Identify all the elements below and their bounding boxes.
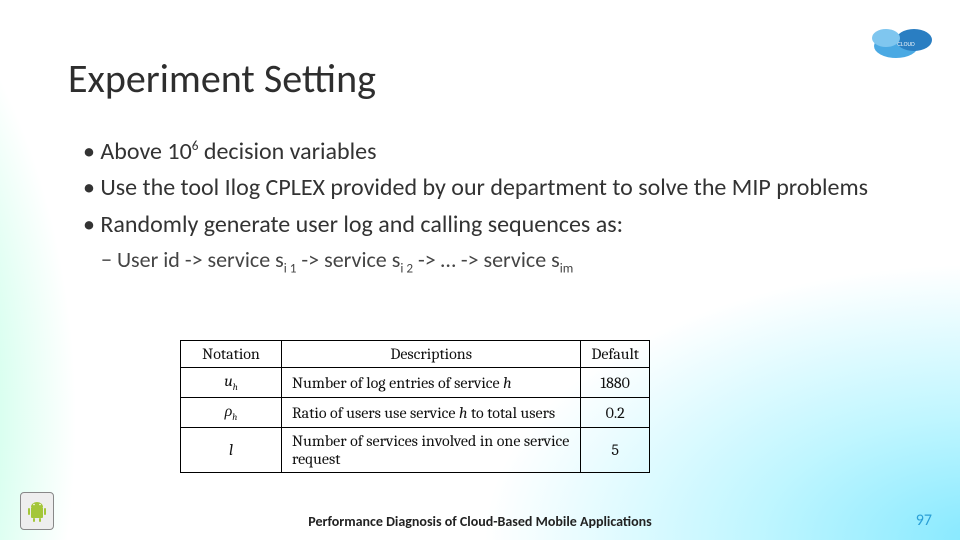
table-row: uh Number of log entries of service h 18… xyxy=(181,368,650,398)
cell-desc: Number of log entries of service h xyxy=(282,368,581,398)
th-descriptions: Descriptions xyxy=(282,341,581,368)
logo-text: CLOUD xyxy=(897,42,915,48)
cell-notation: ρh xyxy=(181,398,282,428)
bullet-1-exp: 6 xyxy=(192,137,199,154)
cell-desc: Number of services involved in one servi… xyxy=(282,428,581,473)
table-header-row: Notation Descriptions Default xyxy=(181,341,650,368)
footer-title: Performance Diagnosis of Cloud-Based Mob… xyxy=(0,513,960,530)
notation-table: Notation Descriptions Default uh Number … xyxy=(180,340,650,473)
body: Above 106 decision variables Use the too… xyxy=(80,136,910,287)
cell-default: 1880 xyxy=(581,368,650,398)
sub-bullet: User id -> service si 1 -> service si 2 … xyxy=(98,245,910,277)
table-row: ρh Ratio of users use service h to total… xyxy=(181,398,650,428)
cell-notation: uh xyxy=(181,368,282,398)
table-row: l Number of services involved in one ser… xyxy=(181,428,650,473)
page-number: 97 xyxy=(916,511,932,530)
slide-title: Experiment Setting xyxy=(68,54,376,103)
cell-desc: Ratio of users use service h to total us… xyxy=(282,398,581,428)
cell-default: 5 xyxy=(581,428,650,473)
bullet-3: Randomly generate user log and calling s… xyxy=(80,209,910,241)
th-default: Default xyxy=(581,341,650,368)
cloud-logo: CLOUD xyxy=(866,20,936,67)
th-notation: Notation xyxy=(181,341,282,368)
bullet-1-rest: decision variables xyxy=(204,137,377,166)
bullet-2: Use the tool Ilog CPLEX provided by our … xyxy=(80,172,910,204)
bullet-1-prefix: Above 10 xyxy=(100,137,191,166)
bullet-1: Above 106 decision variables xyxy=(80,136,910,168)
cell-default: 0.2 xyxy=(581,398,650,428)
cell-notation: l xyxy=(181,428,282,473)
